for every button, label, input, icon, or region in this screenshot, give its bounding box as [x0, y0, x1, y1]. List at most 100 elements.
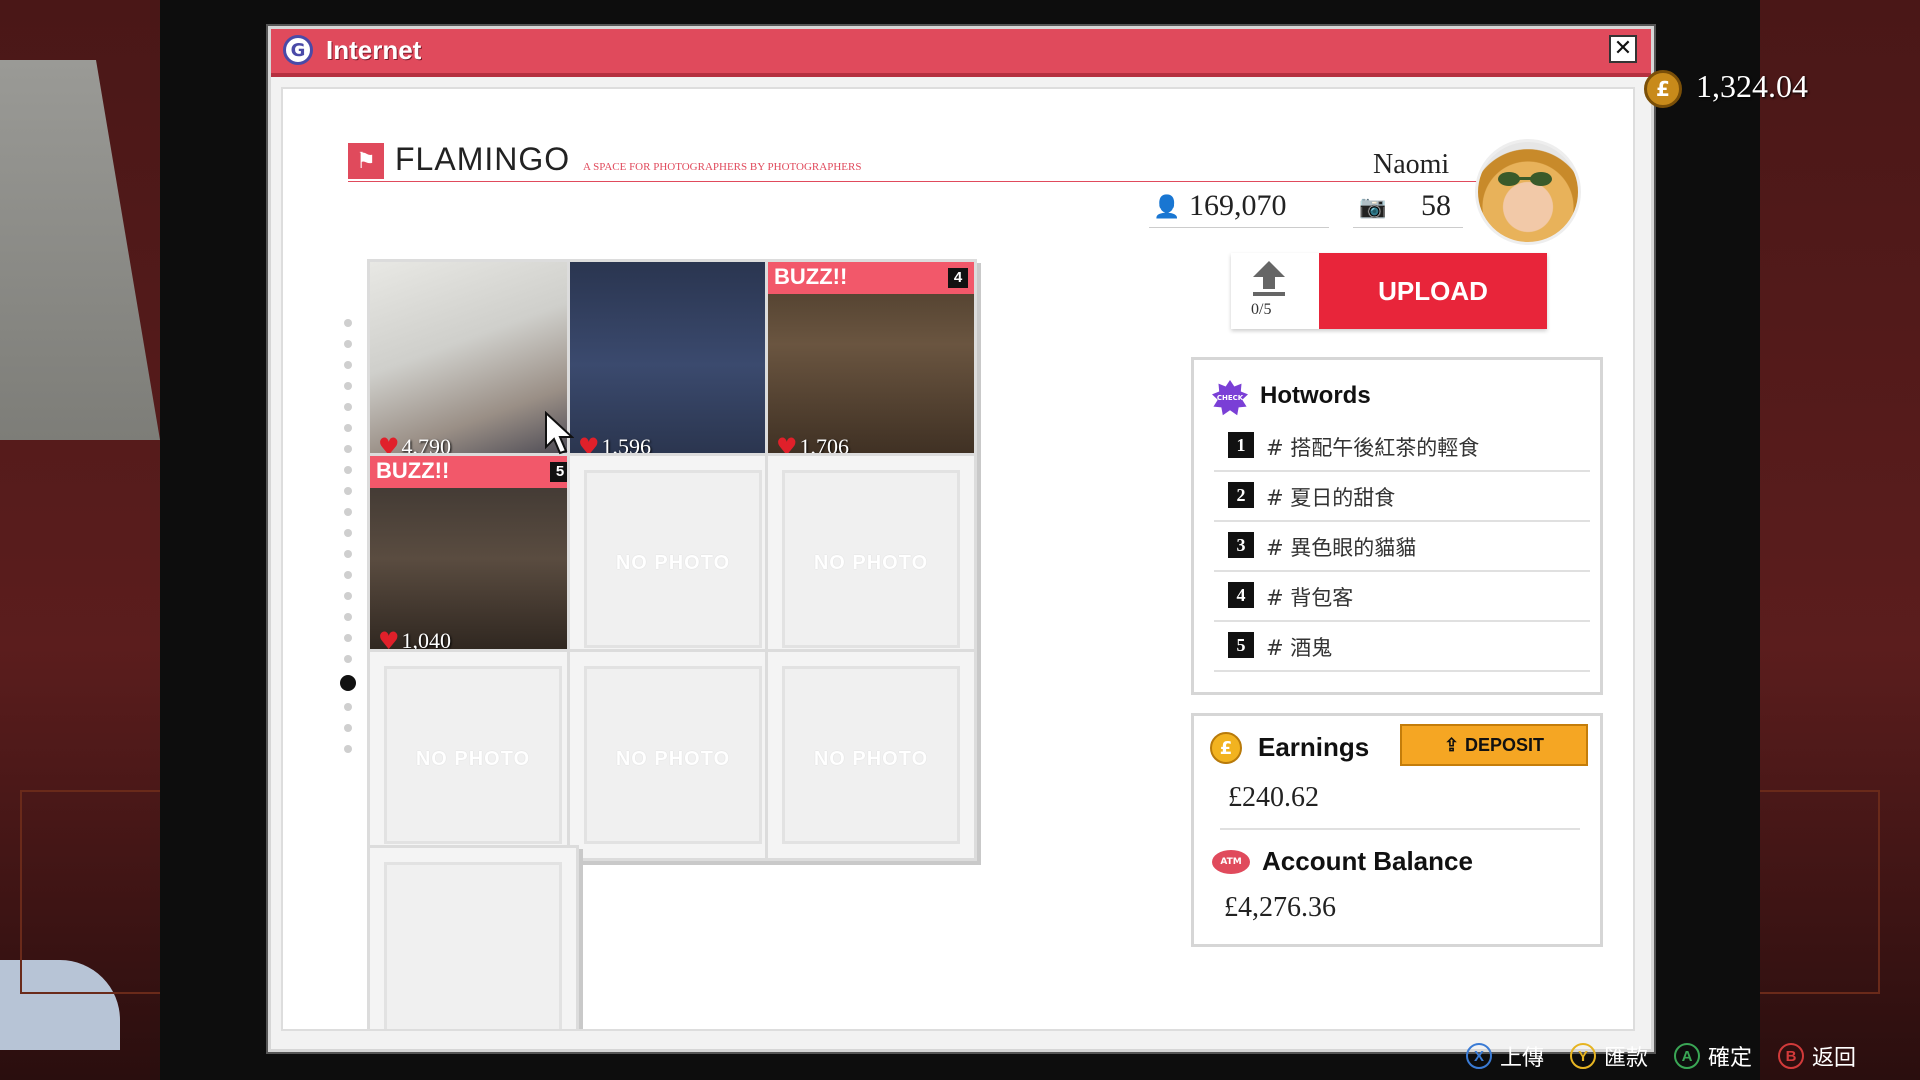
buzz-label: BUZZ!!	[774, 264, 848, 289]
page-dot[interactable]	[344, 571, 352, 579]
page-dot[interactable]	[344, 403, 352, 411]
no-photo-label: NO PHOTO	[415, 748, 531, 770]
empty-photo-slot[interactable]	[367, 845, 579, 1029]
empty-photo-slot[interactable]: NO PHOTO	[765, 649, 977, 861]
y-button-icon: Y	[1570, 1043, 1597, 1069]
page-dot[interactable]	[344, 745, 352, 753]
page-dot[interactable]	[344, 508, 352, 516]
hint-transfer: Y 匯款	[1570, 1040, 1648, 1072]
hotword-item[interactable]: 5 # 酒鬼	[1214, 622, 1590, 672]
page-dot[interactable]	[344, 529, 352, 537]
divider	[1149, 227, 1329, 228]
page-dot[interactable]	[344, 340, 352, 348]
x-button-icon: X	[1466, 1043, 1492, 1069]
upload-count: 0/5	[1251, 301, 1272, 318]
upload-panel: 0/5 UPLOAD	[1231, 253, 1547, 329]
hint-label: 上傳	[1500, 1046, 1545, 1071]
internet-icon: G	[283, 35, 313, 65]
buzz-label: BUZZ!!	[376, 458, 450, 483]
camera-icon: 📷	[1359, 195, 1387, 220]
photo-tile[interactable]: ♥ 1,596	[567, 259, 779, 471]
page-dot[interactable]	[344, 487, 352, 495]
deposit-label: DEPOSIT	[1465, 734, 1545, 755]
internet-window: G Internet ✕ ⚑ FLAMINGO A SPACE FOR PHOT…	[268, 26, 1654, 1052]
page-dot[interactable]	[344, 424, 352, 432]
earnings-value: £240.62	[1228, 782, 1319, 813]
empty-slot-frame: NO PHOTO	[782, 666, 960, 844]
balance-value: £4,276.36	[1224, 892, 1336, 923]
hotword-tag: # 異色眼的貓貓	[1266, 536, 1417, 560]
hud-money: 1,324.04	[1696, 68, 1808, 104]
hint-confirm: A 確定	[1674, 1040, 1752, 1072]
followers-count: 169,070	[1189, 189, 1287, 222]
window-title: Internet	[326, 35, 422, 65]
empty-slot-frame: NO PHOTO	[384, 666, 562, 844]
page-dot[interactable]	[344, 319, 352, 327]
pound-coin-icon: £	[1210, 732, 1242, 764]
page-dot[interactable]	[344, 655, 352, 663]
hint-upload: X 上傳	[1466, 1040, 1544, 1072]
photo-tile[interactable]: BUZZ!! 5 ♥ 1,040	[367, 453, 579, 665]
hotword-item[interactable]: 2 # 夏日的甜食	[1214, 472, 1590, 522]
balance-title: Account Balance	[1262, 846, 1473, 876]
deposit-button[interactable]: ⇪ DEPOSIT	[1400, 724, 1588, 766]
buzz-rank: 4	[948, 268, 968, 288]
empty-photo-slot[interactable]: NO PHOTO	[567, 453, 779, 665]
hotword-item[interactable]: 3 # 異色眼的貓貓	[1214, 522, 1590, 572]
no-photo-label: NO PHOTO	[615, 748, 731, 770]
page-dot[interactable]	[344, 382, 352, 390]
no-photo-label: NO PHOTO	[615, 552, 731, 574]
divider	[1353, 227, 1463, 228]
b-button-icon: B	[1778, 1043, 1805, 1069]
empty-photo-slot[interactable]: NO PHOTO	[567, 649, 779, 861]
hotwords-title: Hotwords	[1260, 382, 1371, 409]
background-panel	[20, 790, 164, 994]
header-divider	[348, 181, 1578, 182]
site-tagline: A SPACE FOR PHOTOGRAPHERS BY PHOTOGRAPHE…	[583, 161, 862, 173]
page-dot[interactable]	[344, 466, 352, 474]
empty-slot-frame	[384, 862, 562, 1029]
hotword-rank: 5	[1228, 632, 1254, 658]
hint-label: 匯款	[1604, 1046, 1649, 1071]
hotword-rank: 3	[1228, 532, 1254, 558]
hotword-tag: # 背包客	[1266, 586, 1354, 610]
empty-slot-frame: NO PHOTO	[782, 470, 960, 648]
hotword-tag: # 夏日的甜食	[1266, 486, 1396, 510]
hotword-rank: 2	[1228, 482, 1254, 508]
page-dot[interactable]	[344, 724, 352, 732]
hotword-tag: # 酒鬼	[1266, 636, 1333, 660]
photos-count: 58	[1421, 189, 1451, 222]
page-dot[interactable]	[344, 550, 352, 558]
empty-photo-slot[interactable]: NO PHOTO	[765, 453, 977, 665]
hotword-rank: 1	[1228, 432, 1254, 458]
close-button[interactable]: ✕	[1609, 35, 1637, 63]
cursor-icon	[545, 411, 574, 455]
no-photo-label: NO PHOTO	[813, 748, 929, 770]
page-dot[interactable]	[344, 445, 352, 453]
background-panel	[1756, 790, 1880, 994]
button-hints: X 上傳 Y 匯款 A 確定 B 返回	[1466, 1040, 1856, 1072]
hud-coin-icon: £	[1644, 70, 1682, 108]
avatar	[1475, 139, 1581, 245]
page-dot[interactable]	[344, 634, 352, 642]
hint-label: 確定	[1708, 1046, 1753, 1071]
divider	[1220, 828, 1580, 830]
empty-photo-slot[interactable]: NO PHOTO	[367, 649, 579, 861]
buzz-banner: BUZZ!! 4	[768, 262, 974, 294]
hotword-item[interactable]: 4 # 背包客	[1214, 572, 1590, 622]
page-scroll-indicator[interactable]	[338, 319, 358, 789]
close-icon: ✕	[1613, 36, 1633, 61]
buzz-banner: BUZZ!! 5	[370, 456, 576, 488]
profile-name: Naomi	[1373, 149, 1450, 180]
page-dot[interactable]	[344, 592, 352, 600]
flamingo-icon: ⚑	[348, 143, 384, 179]
page-dot[interactable]	[344, 703, 352, 711]
hotword-item[interactable]: 1 # 搭配午後紅茶的輕食	[1214, 422, 1590, 472]
page-dot-active[interactable]	[340, 675, 356, 691]
page-dot[interactable]	[344, 361, 352, 369]
page-dot[interactable]	[344, 613, 352, 621]
hotwords-panel: CHECK Hotwords 1 # 搭配午後紅茶的輕食 2 # 夏日的甜食 3…	[1191, 357, 1603, 695]
hint-label: 返回	[1812, 1046, 1857, 1071]
photo-tile[interactable]: BUZZ!! 4 ♥ 1,706	[765, 259, 977, 471]
upload-button[interactable]: UPLOAD	[1319, 253, 1547, 329]
